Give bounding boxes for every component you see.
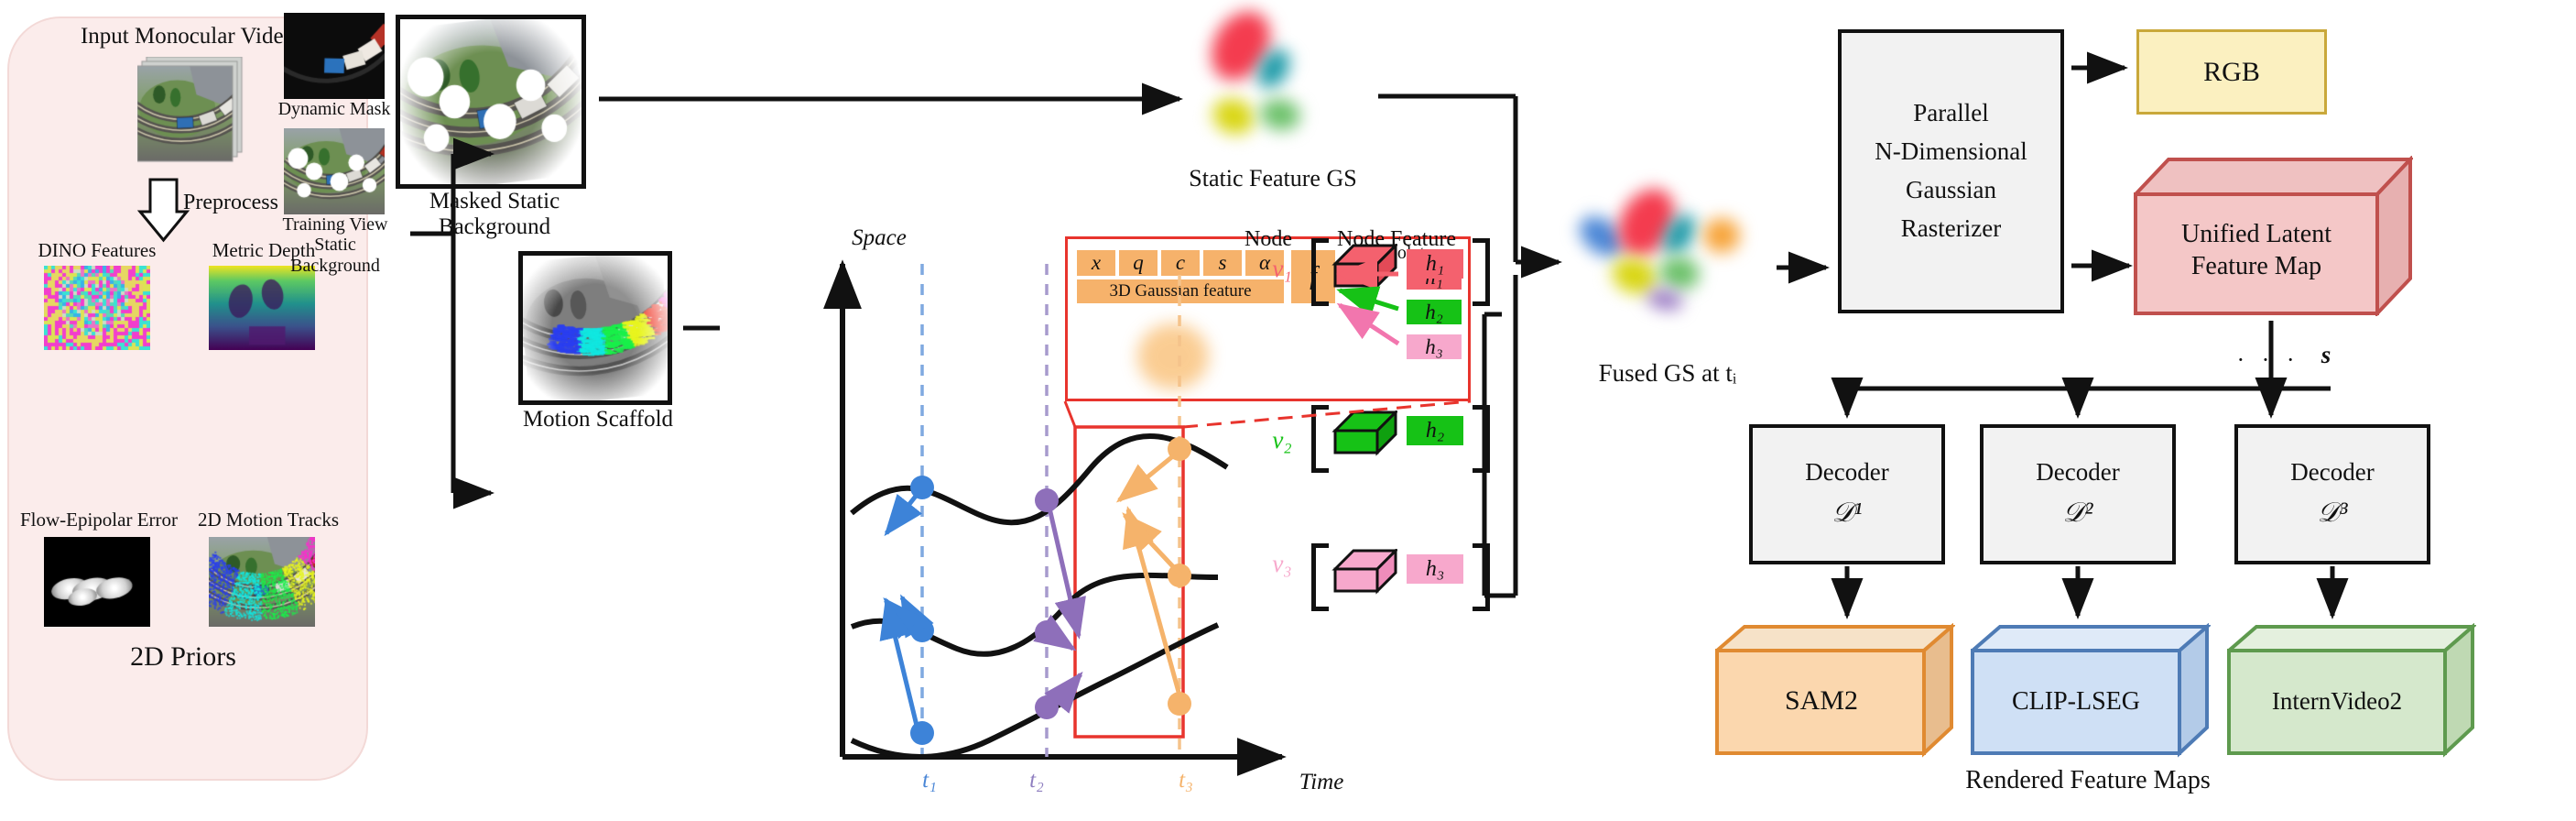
node-feature-row-3: h₃ [1311,499,1495,611]
feature-map-cuboid-clip-lseg: CLIP-LSEG [1971,623,2211,759]
decoder-2-symbol: 𝒟² [2062,498,2093,529]
prior-label-dino: DINO Features [38,239,157,261]
tick-label-t1: t₁ [922,768,937,793]
bracket-right [1473,405,1490,473]
masked-static-background-label: Masked Static Background [429,189,560,239]
rasterizer-line-2: N-Dimensional [1875,137,2027,166]
rasterizer-line-3: Gaussian [1906,176,1996,203]
decoder-box-1: Decoder 𝒟¹ [1749,424,1945,564]
static-feature-gs-label: Static Feature GS [1189,165,1357,192]
space-axis-label: Space [852,225,907,250]
rasterizer-line-4: Rasterizer [1900,213,2002,242]
bracket-left [1311,543,1329,611]
time-axis-label: Time [1299,770,1344,794]
unified-latent-feature-map-label: Unified Latent Feature Map [2180,220,2332,280]
node-name-v2: v₂ [1272,426,1292,454]
decoder-1-symbol: 𝒟¹ [1831,498,1863,529]
dynamic-mask-thumbnail [284,13,385,99]
masked-static-background-image [396,15,586,189]
unified-latent-feature-map: Unified Latent Feature Map [2134,156,2413,316]
bracket-left [1311,238,1329,306]
decoder-2-title: Decoder [2036,458,2120,487]
gaussian-attr-s: s [1203,250,1242,276]
motion-tracks-thumbnail [209,537,315,627]
node-feature-row-1: h₁ [1311,238,1495,306]
flow-epipolar-thumbnail [44,537,150,627]
prism-icon [1331,547,1399,595]
fused-gs-label: Fused GS at tᵢ [1598,359,1737,387]
gaussian-blob-orange [1137,323,1209,389]
h3-chip: h₃ [1407,334,1462,359]
node-name-v3: v₃ [1272,550,1292,577]
node-feature-h3: h₃ [1407,554,1463,584]
motion-scaffold-image [518,251,672,405]
node-feature-h2: h₂ [1407,416,1463,445]
training-view-static-thumbnail [284,128,385,214]
latent-slices-count: s [2321,341,2331,368]
decoder-3-title: Decoder [2290,458,2375,487]
rasterizer-box: Parallel N-Dimensional Gaussian Rasteriz… [1838,29,2064,313]
feature-map-label-clip-lseg: CLIP-LSEG [2012,687,2140,716]
prism-icon [1331,409,1399,456]
prior-label-flow: Flow-Epipolar Error [19,509,179,531]
motion-scaffold-label: Motion Scaffold [522,407,674,432]
node-feature-h1: h₁ [1407,249,1463,279]
feature-map-label-sam2: SAM2 [1784,685,1859,716]
static-feature-gs-blobs [1199,0,1346,140]
bracket-right [1473,238,1490,306]
bracket-left [1311,405,1329,473]
decoder-1-title: Decoder [1805,458,1889,487]
h2-chip: h₂ [1407,300,1462,324]
prior-label-tracks: 2D Motion Tracks [197,509,340,531]
feature-map-label-internvideo2: InternVideo2 [2271,687,2403,715]
tick-label-t2: t₂ [1029,768,1044,793]
rendered-feature-maps-caption: Rendered Feature Maps [1965,766,2211,794]
decoder-3-symbol: 𝒟³ [2317,498,2348,529]
feature-map-cuboid-internvideo2: InternVideo2 [2227,623,2476,759]
input-video-thumbnail [137,57,245,165]
latent-slices-dots: · · · [2236,346,2300,373]
metric-depth-thumbnail [209,266,315,350]
gaussian-attr-x: x [1077,250,1115,276]
node-name-v1: v₁ [1272,255,1292,282]
fused-gs-blobs [1568,179,1765,330]
gaussian-attr-q: q [1119,250,1158,276]
node-column-header: Node [1245,227,1292,251]
node-feature-row-2: h₂ [1311,405,1495,473]
tick-label-t3: t₃ [1179,768,1193,793]
dino-features-thumbnail [44,266,150,350]
gaussian-attr-c: c [1161,250,1200,276]
rgb-output-box: RGB [2136,29,2327,115]
priors-caption: 2D Priors [130,641,236,672]
dynamic-mask-label: Dynamic Mask [277,99,391,119]
gaussian-feature-row-label: 3D Gaussian feature [1077,279,1284,303]
rasterizer-line-1: Parallel [1913,99,1989,127]
decoder-box-2: Decoder 𝒟² [1980,424,2176,564]
decoder-box-3: Decoder 𝒟³ [2234,424,2430,564]
bracket-right [1473,543,1490,611]
feature-map-cuboid-sam2: SAM2 [1715,623,1955,759]
prism-icon [1331,242,1399,290]
